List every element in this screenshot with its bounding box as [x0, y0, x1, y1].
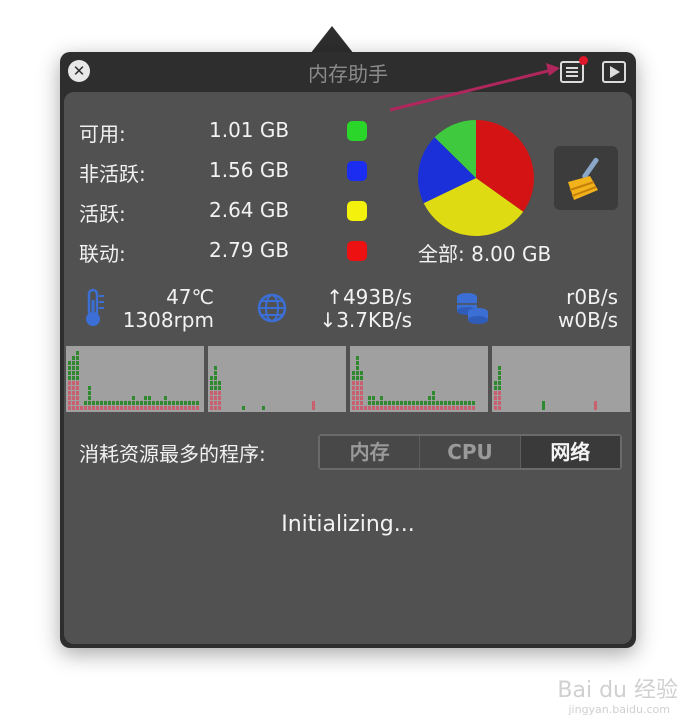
memory-value: 2.79 GB — [209, 238, 290, 262]
globe-icon — [257, 293, 287, 323]
broom-icon[interactable] — [554, 146, 618, 210]
disk-stack-icon — [457, 293, 488, 324]
memory-assistant-popover: ✕ 内存助手 可用: 1.01 GB 非活跃: 1.56 GB 活跃: 2.64… — [60, 52, 636, 648]
thermometer-icon — [86, 288, 104, 326]
memory-label: 可用: — [79, 122, 126, 146]
network-download-value: ↓3.7KB/s — [319, 308, 412, 332]
memory-color-swatch — [347, 161, 367, 181]
memory-label: 联动: — [79, 242, 126, 266]
temperature-value: 47℃ — [166, 285, 214, 309]
play-icon[interactable] — [602, 61, 626, 83]
memory-label: 非活跃: — [79, 162, 146, 186]
fan-speed-value: 1308rpm — [122, 308, 214, 332]
memory-pie-chart — [418, 120, 534, 236]
tab-memory[interactable]: 内存 — [320, 436, 421, 468]
activity-graph-cpu — [208, 346, 346, 412]
main-panel: 可用: 1.01 GB 非活跃: 1.56 GB 活跃: 2.64 GB 联动:… — [64, 92, 632, 644]
activity-graph-disk — [492, 346, 630, 412]
disk-read-value: r0B/s — [566, 285, 618, 309]
activity-graph-memory — [66, 346, 204, 412]
watermark-url: jingyan.baidu.com — [568, 703, 670, 716]
memory-value: 1.01 GB — [209, 118, 290, 142]
memory-label: 活跃: — [79, 202, 126, 226]
process-list-status: Initializing... — [281, 512, 415, 537]
titlebar: ✕ 内存助手 — [60, 52, 636, 90]
memory-total: 全部: 8.00 GB — [418, 242, 552, 266]
window-title: 内存助手 — [308, 62, 388, 86]
activity-graph-network — [350, 346, 488, 412]
memory-color-swatch — [347, 201, 367, 221]
network-upload-value: ↑493B/s — [326, 285, 412, 309]
popover-pointer — [310, 26, 354, 54]
process-sort-segmented-control: 内存 CPU 网络 — [318, 434, 622, 470]
top-processes-label: 消耗资源最多的程序: — [79, 442, 266, 466]
tab-cpu[interactable]: CPU — [420, 436, 521, 468]
notification-badge — [579, 56, 588, 65]
memory-value: 1.56 GB — [209, 158, 290, 182]
disk-write-value: w0B/s — [558, 308, 618, 332]
memory-value: 2.64 GB — [209, 198, 290, 222]
memory-color-swatch — [347, 241, 367, 261]
memory-color-swatch — [347, 121, 367, 141]
watermark-logo: Bai du 经验 — [557, 678, 678, 703]
tab-network[interactable]: 网络 — [520, 436, 620, 468]
